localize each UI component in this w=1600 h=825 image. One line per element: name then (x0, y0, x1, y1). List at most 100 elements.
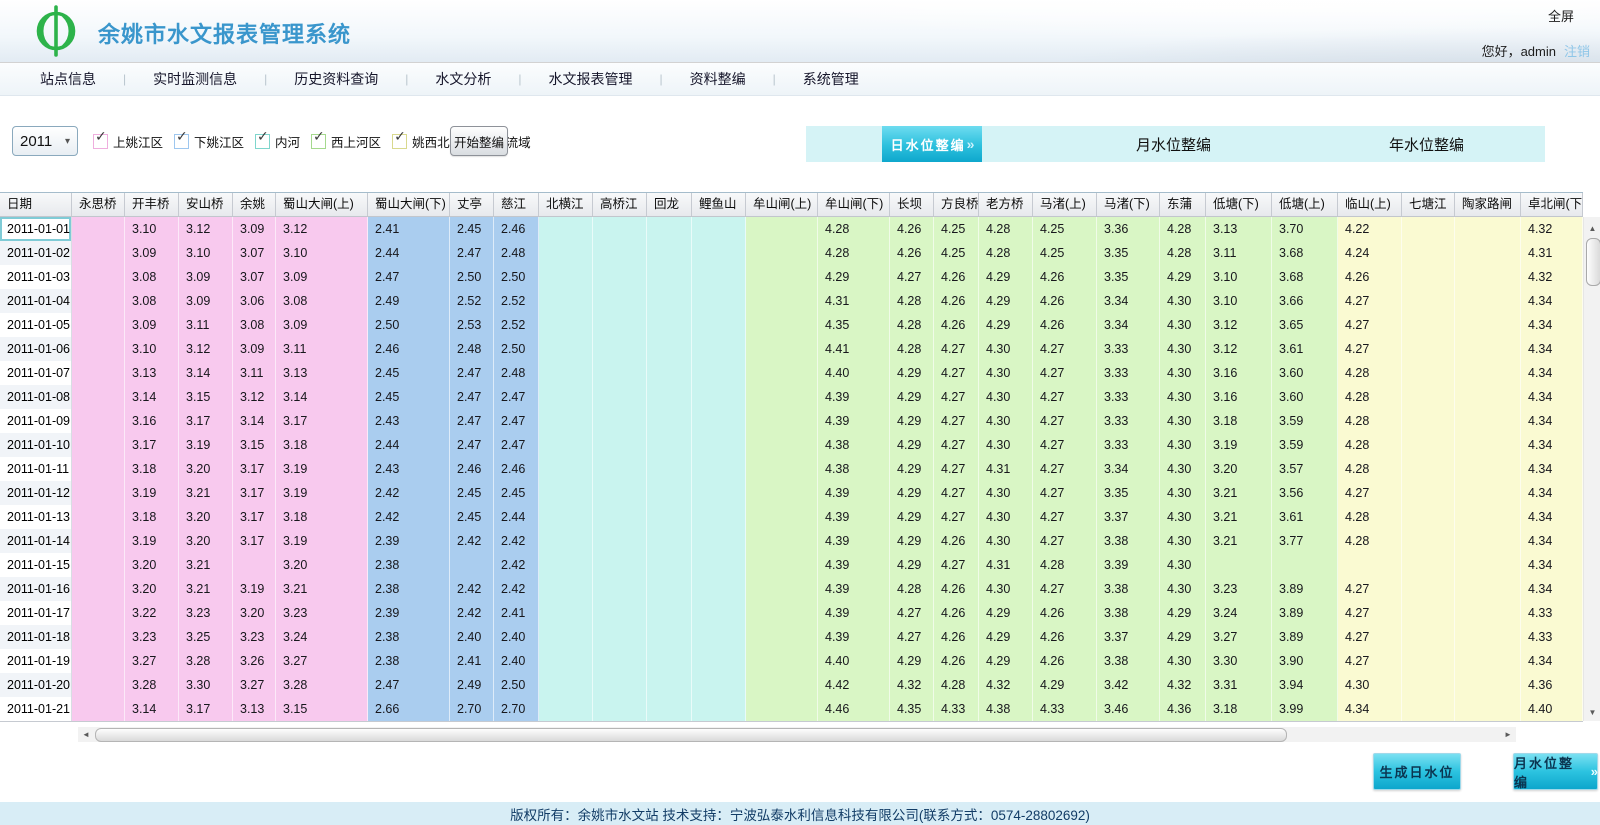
value-cell[interactable]: 4.30 (1160, 481, 1206, 505)
value-cell[interactable]: 4.39 (818, 529, 890, 553)
value-cell[interactable]: 2.42 (494, 577, 539, 601)
value-cell[interactable]: 2.40 (494, 625, 539, 649)
value-cell[interactable]: 2.48 (450, 337, 494, 361)
value-cell[interactable]: 4.27 (1033, 577, 1097, 601)
date-cell[interactable]: 2011-01-07 (0, 361, 72, 385)
value-cell[interactable]: 4.22 (1338, 217, 1402, 241)
value-cell[interactable]: 4.29 (890, 505, 934, 529)
value-cell[interactable]: 3.18 (276, 433, 368, 457)
value-cell[interactable]: 2.45 (450, 217, 494, 241)
value-cell[interactable] (1402, 481, 1455, 505)
value-cell[interactable]: 4.39 (818, 601, 890, 625)
value-cell[interactable]: 3.20 (125, 553, 179, 577)
value-cell[interactable] (746, 553, 818, 577)
value-cell[interactable]: 4.30 (1338, 673, 1402, 697)
value-cell[interactable] (647, 217, 692, 241)
value-cell[interactable]: 3.34 (1097, 313, 1160, 337)
value-cell[interactable]: 3.99 (1272, 697, 1338, 721)
value-cell[interactable] (692, 577, 746, 601)
value-cell[interactable]: 3.15 (276, 697, 368, 721)
value-cell[interactable] (692, 337, 746, 361)
value-cell[interactable] (539, 601, 593, 625)
value-cell[interactable]: 4.34 (1521, 337, 1583, 361)
value-cell[interactable]: 2.43 (368, 457, 450, 481)
value-cell[interactable]: 3.20 (276, 553, 368, 577)
value-cell[interactable]: 4.26 (934, 601, 979, 625)
value-cell[interactable] (1402, 337, 1455, 361)
value-cell[interactable]: 2.50 (494, 673, 539, 697)
value-cell[interactable]: 4.34 (1338, 697, 1402, 721)
value-cell[interactable]: 3.19 (179, 433, 233, 457)
value-cell[interactable] (1402, 625, 1455, 649)
nav-item-6[interactable]: 资料整编 (690, 69, 746, 89)
value-cell[interactable] (72, 337, 125, 361)
value-cell[interactable]: 2.38 (368, 649, 450, 673)
value-cell[interactable] (593, 289, 647, 313)
date-cell[interactable]: 2011-01-17 (0, 601, 72, 625)
value-cell[interactable] (1402, 673, 1455, 697)
value-cell[interactable]: 4.30 (1160, 505, 1206, 529)
value-cell[interactable]: 3.46 (1097, 697, 1160, 721)
value-cell[interactable] (72, 649, 125, 673)
value-cell[interactable]: 4.28 (890, 313, 934, 337)
value-cell[interactable]: 3.77 (1272, 529, 1338, 553)
value-cell[interactable]: 2.46 (494, 217, 539, 241)
value-cell[interactable]: 3.30 (1206, 649, 1272, 673)
value-cell[interactable] (539, 649, 593, 673)
value-cell[interactable]: 4.30 (979, 409, 1033, 433)
value-cell[interactable]: 4.30 (979, 505, 1033, 529)
value-cell[interactable] (647, 601, 692, 625)
value-cell[interactable] (647, 457, 692, 481)
value-cell[interactable]: 4.26 (1033, 289, 1097, 313)
value-cell[interactable]: 4.40 (1521, 697, 1583, 721)
value-cell[interactable]: 4.26 (1033, 601, 1097, 625)
value-cell[interactable] (72, 601, 125, 625)
value-cell[interactable]: 4.28 (890, 337, 934, 361)
value-cell[interactable]: 3.09 (276, 265, 368, 289)
horizontal-scroll-thumb[interactable] (95, 728, 1287, 742)
value-cell[interactable]: 4.28 (1160, 217, 1206, 241)
value-cell[interactable]: 4.27 (934, 481, 979, 505)
value-cell[interactable] (647, 289, 692, 313)
value-cell[interactable]: 4.27 (1338, 649, 1402, 673)
value-cell[interactable]: 2.42 (368, 505, 450, 529)
value-cell[interactable] (746, 265, 818, 289)
value-cell[interactable] (539, 241, 593, 265)
value-cell[interactable]: 4.26 (934, 289, 979, 313)
value-cell[interactable]: 2.47 (494, 385, 539, 409)
value-cell[interactable]: 3.21 (1206, 481, 1272, 505)
value-cell[interactable]: 3.16 (125, 409, 179, 433)
scroll-down-arrow[interactable]: ▼ (1584, 704, 1600, 721)
value-cell[interactable] (1455, 217, 1521, 241)
value-cell[interactable] (1455, 649, 1521, 673)
value-cell[interactable]: 4.26 (934, 577, 979, 601)
value-cell[interactable] (593, 433, 647, 457)
vertical-scroll-thumb[interactable] (1586, 238, 1600, 286)
value-cell[interactable] (746, 625, 818, 649)
value-cell[interactable]: 4.34 (1521, 457, 1583, 481)
value-cell[interactable]: 4.27 (1033, 361, 1097, 385)
date-cell[interactable]: 2011-01-06 (0, 337, 72, 361)
value-cell[interactable]: 3.23 (233, 625, 276, 649)
value-cell[interactable]: 3.21 (179, 481, 233, 505)
value-cell[interactable] (72, 457, 125, 481)
value-cell[interactable]: 4.27 (1338, 481, 1402, 505)
value-cell[interactable]: 3.19 (276, 529, 368, 553)
value-cell[interactable]: 4.27 (934, 409, 979, 433)
value-cell[interactable]: 4.34 (1521, 409, 1583, 433)
value-cell[interactable]: 4.29 (890, 553, 934, 577)
value-cell[interactable]: 4.41 (818, 337, 890, 361)
value-cell[interactable]: 4.39 (818, 505, 890, 529)
value-cell[interactable]: 2.38 (368, 553, 450, 577)
value-cell[interactable]: 4.27 (1338, 577, 1402, 601)
value-cell[interactable]: 4.34 (1521, 433, 1583, 457)
value-cell[interactable]: 4.39 (818, 625, 890, 649)
value-cell[interactable]: 3.09 (233, 217, 276, 241)
value-cell[interactable]: 4.35 (890, 697, 934, 721)
value-cell[interactable]: 3.17 (233, 505, 276, 529)
value-cell[interactable]: 3.20 (179, 529, 233, 553)
value-cell[interactable]: 3.66 (1272, 289, 1338, 313)
value-cell[interactable] (593, 337, 647, 361)
value-cell[interactable] (746, 457, 818, 481)
value-cell[interactable]: 3.59 (1272, 409, 1338, 433)
